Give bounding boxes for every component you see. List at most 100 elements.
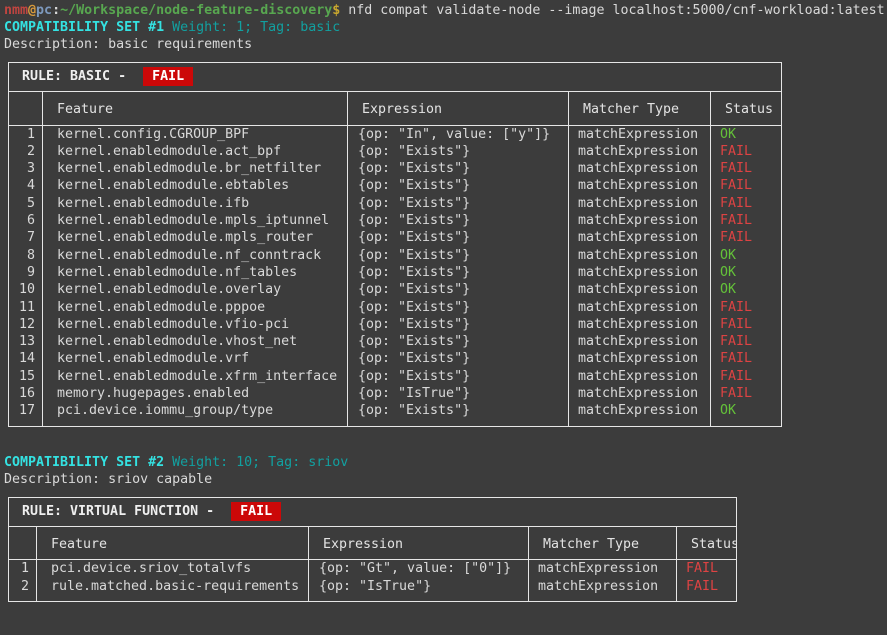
- expression-cell: {op: "IsTrue"}: [348, 385, 569, 402]
- feature-cell: rule.matched.basic-requirements: [37, 578, 309, 601]
- matcher-type-cell: matchExpression: [569, 368, 711, 385]
- status-cell: FAIL: [711, 385, 781, 402]
- col-matcher-header: Matcher Type: [529, 527, 677, 560]
- table-row: 1 pci.device.sriov_totalvfs {op: "Gt", v…: [9, 560, 736, 577]
- rule1-label: RULE: BASIC -: [22, 69, 134, 84]
- set2-title: COMPATIBILITY SET #2: [4, 455, 164, 470]
- prompt-dollar: $: [332, 3, 340, 18]
- feature-cell: kernel.enabledmodule.vrf: [43, 350, 348, 367]
- expression-cell: {op: "Exists"}: [348, 264, 569, 281]
- matcher-type-cell: matchExpression: [569, 160, 711, 177]
- table-row: 7 kernel.enabledmodule.mpls_router {op: …: [9, 229, 781, 246]
- rule2-label: RULE: VIRTUAL FUNCTION -: [22, 504, 222, 519]
- prompt-colon: :: [52, 3, 60, 18]
- feature-cell: memory.hugepages.enabled: [43, 385, 348, 402]
- matcher-type-cell: matchExpression: [569, 195, 711, 212]
- expression-cell: {op: "Exists"}: [348, 402, 569, 425]
- status-cell: OK: [711, 264, 781, 281]
- col-matcher-header: Matcher Type: [569, 92, 711, 125]
- row-index-cell: 14: [9, 350, 43, 367]
- row-index-cell: 5: [9, 195, 43, 212]
- prompt-host: pc: [36, 3, 52, 18]
- col-feature-header: Feature: [37, 527, 309, 560]
- expression-cell: {op: "Exists"}: [348, 143, 569, 160]
- expression-cell: {op: "In", value: ["y"]}: [348, 126, 569, 143]
- status-cell: FAIL: [711, 195, 781, 212]
- row-index-cell: 12: [9, 316, 43, 333]
- row-index-cell: 13: [9, 333, 43, 350]
- matcher-type-cell: matchExpression: [569, 333, 711, 350]
- feature-cell: kernel.enabledmodule.act_bpf: [43, 143, 348, 160]
- table-row: 2 kernel.enabledmodule.act_bpf {op: "Exi…: [9, 143, 781, 160]
- terminal-window: { "terminal": { "prompt": { "user": "nmm…: [0, 0, 887, 635]
- feature-cell: kernel.enabledmodule.pppoe: [43, 299, 348, 316]
- col-status-header: Status: [711, 92, 781, 125]
- row-index-cell: 4: [9, 177, 43, 194]
- row-index-cell: 2: [9, 578, 37, 601]
- col-index-header: [9, 92, 43, 125]
- matcher-type-cell: matchExpression: [569, 229, 711, 246]
- feature-cell: pci.device.iommu_group/type: [43, 402, 348, 425]
- table-row: 4 kernel.enabledmodule.ebtables {op: "Ex…: [9, 177, 781, 194]
- row-index-cell: 2: [9, 143, 43, 160]
- set1-header-line: COMPATIBILITY SET #1Weight: 1; Tag: basi…: [4, 19, 887, 36]
- col-index-header: [9, 527, 37, 560]
- expression-cell: {op: "Exists"}: [348, 316, 569, 333]
- table-row: 5 kernel.enabledmodule.ifb {op: "Exists"…: [9, 195, 781, 212]
- expression-cell: {op: "Gt", value: ["0"]}: [309, 560, 529, 577]
- terminal-output: nmm@pc:~/Workspace/node-feature-discover…: [0, 0, 887, 602]
- feature-cell: kernel.enabledmodule.xfrm_interface: [43, 368, 348, 385]
- row-index-cell: 11: [9, 299, 43, 316]
- feature-cell: kernel.enabledmodule.vhost_net: [43, 333, 348, 350]
- table-row: 6 kernel.enabledmodule.mpls_iptunnel {op…: [9, 212, 781, 229]
- table-row: 8 kernel.enabledmodule.nf_conntrack {op:…: [9, 247, 781, 264]
- status-cell: FAIL: [677, 578, 736, 601]
- expression-cell: {op: "Exists"}: [348, 229, 569, 246]
- expression-cell: {op: "Exists"}: [348, 333, 569, 350]
- row-index-cell: 17: [9, 402, 43, 425]
- row-index-cell: 9: [9, 264, 43, 281]
- status-cell: FAIL: [711, 350, 781, 367]
- row-index-cell: 6: [9, 212, 43, 229]
- matcher-type-cell: matchExpression: [569, 143, 711, 160]
- table-row: 17 pci.device.iommu_group/type {op: "Exi…: [9, 402, 781, 425]
- status-cell: FAIL: [711, 212, 781, 229]
- table-row: 11 kernel.enabledmodule.pppoe {op: "Exis…: [9, 299, 781, 316]
- row-index-cell: 16: [9, 385, 43, 402]
- status-cell: FAIL: [711, 368, 781, 385]
- set2-meta: Weight: 10; Tag: sriov: [172, 455, 348, 470]
- table-row: 16 memory.hugepages.enabled {op: "IsTrue…: [9, 385, 781, 402]
- prompt-path: ~/Workspace/node-feature-discovery: [60, 3, 332, 18]
- prompt-line: nmm@pc:~/Workspace/node-feature-discover…: [4, 2, 887, 19]
- column-header-row: Feature Expression Matcher Type Status: [9, 92, 781, 125]
- matcher-type-cell: matchExpression: [569, 402, 711, 425]
- status-cell: OK: [711, 126, 781, 143]
- set1-description: Description: basic requirements: [4, 36, 887, 53]
- table-row: 12 kernel.enabledmodule.vfio-pci {op: "E…: [9, 316, 781, 333]
- table-row: 1 kernel.config.CGROUP_BPF {op: "In", va…: [9, 126, 781, 143]
- table-row: 9 kernel.enabledmodule.nf_tables {op: "E…: [9, 264, 781, 281]
- matcher-type-cell: matchExpression: [569, 264, 711, 281]
- expression-cell: {op: "Exists"}: [348, 212, 569, 229]
- expression-cell: {op: "Exists"}: [348, 350, 569, 367]
- matcher-type-cell: matchExpression: [569, 316, 711, 333]
- expression-cell: {op: "Exists"}: [348, 368, 569, 385]
- rule-header-cell: RULE: VIRTUAL FUNCTION - FAIL: [9, 498, 736, 527]
- table-row: 15 kernel.enabledmodule.xfrm_interface {…: [9, 368, 781, 385]
- matcher-type-cell: matchExpression: [569, 247, 711, 264]
- rule-table-virtual-function: RULE: VIRTUAL FUNCTION - FAIL Feature Ex…: [8, 497, 737, 602]
- feature-cell: kernel.enabledmodule.nf_conntrack: [43, 247, 348, 264]
- expression-cell: {op: "Exists"}: [348, 177, 569, 194]
- matcher-type-cell: matchExpression: [569, 212, 711, 229]
- status-cell: FAIL: [711, 177, 781, 194]
- command-text: nfd compat validate-node --image localho…: [348, 3, 884, 18]
- row-index-cell: 7: [9, 229, 43, 246]
- matcher-type-cell: matchExpression: [569, 385, 711, 402]
- feature-cell: kernel.enabledmodule.br_netfilter: [43, 160, 348, 177]
- col-status-header: Status: [677, 527, 736, 560]
- status-cell: OK: [711, 247, 781, 264]
- expression-cell: {op: "Exists"}: [348, 160, 569, 177]
- status-cell: FAIL: [711, 160, 781, 177]
- status-cell: OK: [711, 281, 781, 298]
- set2-description: Description: sriov capable: [4, 471, 887, 488]
